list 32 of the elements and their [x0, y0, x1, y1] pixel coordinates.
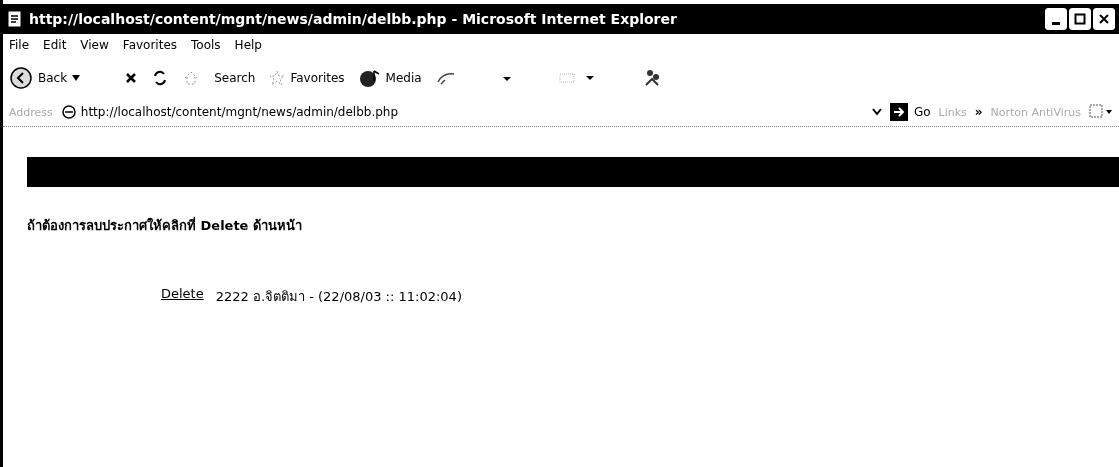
menu-item[interactable]: File: [9, 38, 30, 54]
go-button[interactable]: Go: [889, 103, 931, 121]
instruction-text: ถ้าต้องการลบประกาศให้คลิกที่ Delete ด้านหน้า: [27, 215, 303, 235]
menu-item[interactable]: Tools: [191, 38, 221, 54]
minimize-button[interactable]: [1045, 8, 1067, 30]
close-icon: [1098, 13, 1110, 25]
entry-text: 2222 อ.จิตติมา - (22/08/03 :: 11:02:04): [215, 288, 462, 306]
grid-icon[interactable]: [1089, 104, 1113, 120]
links-chevron[interactable]: »: [974, 105, 983, 119]
refresh-button[interactable]: [152, 69, 169, 87]
history-button[interactable]: [435, 70, 456, 86]
menu-item[interactable]: Favorites: [122, 38, 178, 54]
window-title: http://localhost/content/mgnt/news/admin/delbb.php - Microsoft Internet Explorer: [29, 11, 678, 27]
maximize-button[interactable]: [1069, 8, 1091, 30]
stop-button[interactable]: [124, 71, 139, 85]
delete-link[interactable]: Delete: [161, 286, 204, 307]
media-button[interactable]: Media: [358, 68, 422, 88]
menu-item[interactable]: Help: [234, 38, 262, 54]
back-button[interactable]: Back: [9, 66, 81, 90]
favorites-button[interactable]: Favorites: [269, 70, 345, 86]
search-button[interactable]: Search: [214, 71, 256, 85]
menu-item[interactable]: Edit: [43, 38, 67, 54]
address-text: http://localhost/content/mgnt/news/admin/delbb.php: [80, 105, 400, 119]
minimize-icon: [1052, 21, 1060, 25]
maximize-icon: [1074, 13, 1086, 25]
caret-icon: [72, 75, 81, 81]
star-icon: [269, 70, 286, 86]
dropdown-icon[interactable]: [871, 108, 882, 116]
address-field[interactable]: http://localhost/content/mgnt/news/admin/delbb.php: [60, 104, 882, 120]
address-label: Address: [9, 105, 53, 119]
close-button[interactable]: [1093, 8, 1115, 30]
menu-item[interactable]: View: [80, 38, 109, 54]
